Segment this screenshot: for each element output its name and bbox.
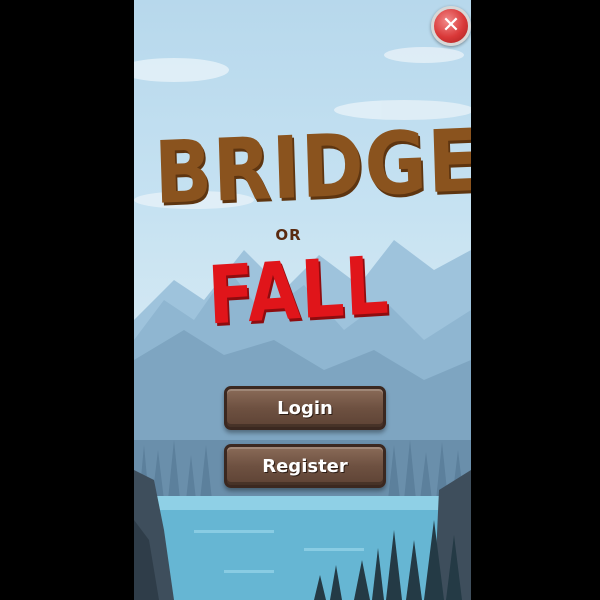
register-button-label: Register — [262, 455, 348, 477]
title-fall: FALL — [205, 238, 392, 343]
login-button-label: Login — [277, 397, 333, 419]
game-screen: BRIDGE OR FALL Login Register ✕ — [134, 0, 471, 600]
register-button[interactable]: Register — [224, 444, 386, 488]
title-bridge: BRIDGE — [152, 110, 471, 224]
close-button[interactable]: ✕ — [431, 6, 471, 46]
login-button[interactable]: Login — [224, 386, 386, 430]
close-icon: ✕ — [441, 13, 461, 38]
